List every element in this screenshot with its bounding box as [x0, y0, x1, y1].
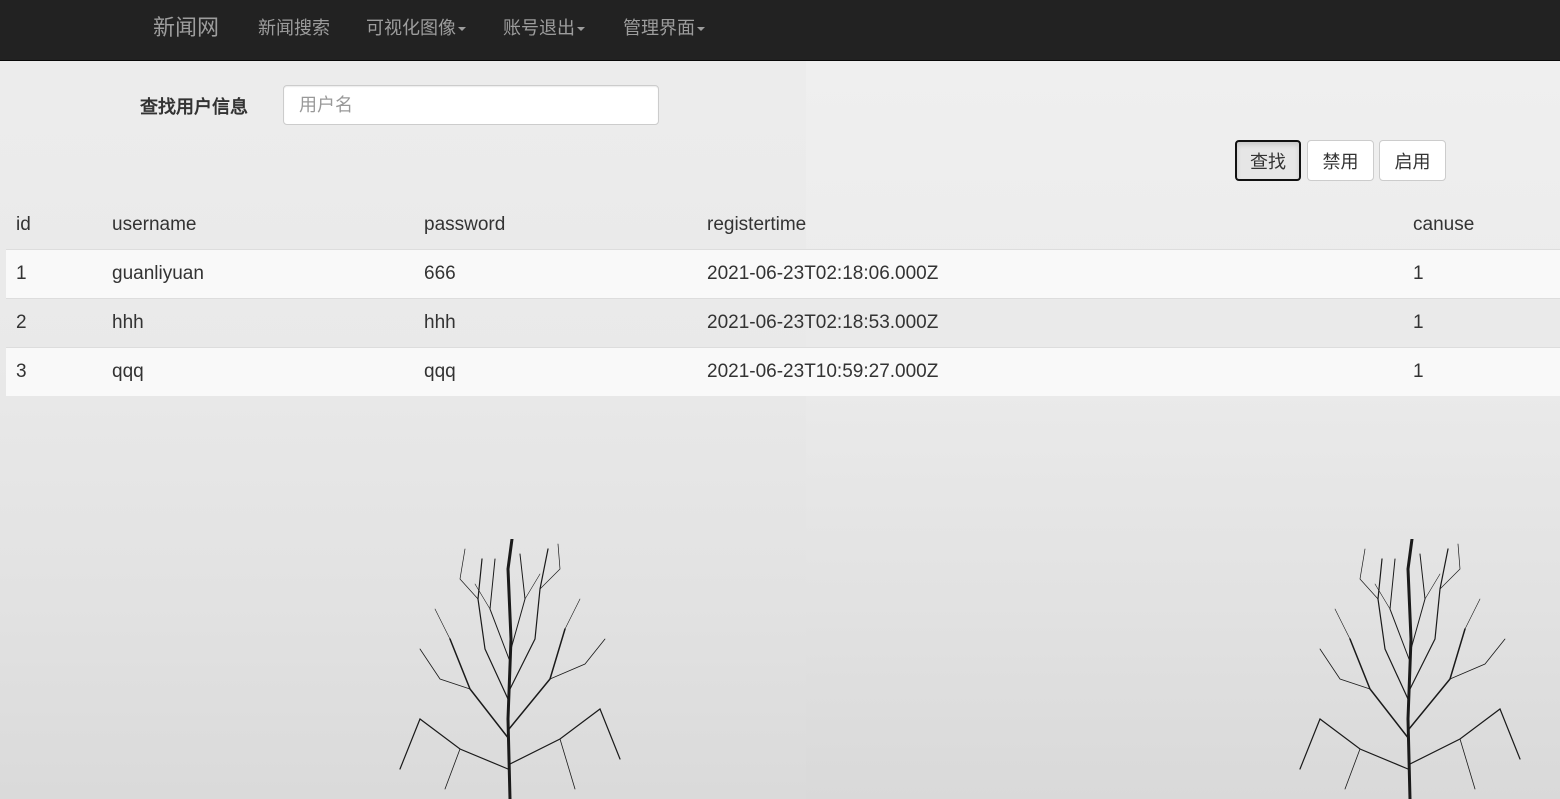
column-header-canuse: canuse — [1403, 201, 1560, 250]
column-header-id: id — [6, 201, 102, 250]
search-label: 查找用户信息 — [140, 97, 248, 117]
tree-illustration-right — [1299, 539, 1521, 799]
cell-id: 1 — [6, 248, 102, 298]
cell-registertime: 2021-06-23T10:59:27.000Z — [697, 346, 1403, 396]
nav-item-label: 新闻搜索 — [258, 18, 330, 38]
username-search-input[interactable] — [283, 85, 659, 125]
table-header-row: id username password registertime canuse — [6, 201, 1560, 250]
nav-item-label: 可视化图像 — [366, 18, 456, 38]
column-header-registertime: registertime — [697, 201, 1403, 250]
table-row[interactable]: 3 qqq qqq 2021-06-23T10:59:27.000Z 1 — [6, 346, 1560, 396]
cell-password: 666 — [414, 248, 697, 298]
cell-password: qqq — [414, 346, 697, 396]
cell-canuse: 1 — [1403, 346, 1560, 396]
enable-button[interactable]: 启用 — [1379, 140, 1446, 181]
cell-registertime: 2021-06-23T02:18:53.000Z — [697, 297, 1403, 347]
cell-canuse: 1 — [1403, 297, 1560, 347]
brand-link[interactable]: 新闻网 — [153, 14, 219, 42]
caret-down-icon — [458, 27, 466, 32]
caret-down-icon — [697, 27, 705, 32]
user-table: id username password registertime canuse… — [6, 201, 1560, 396]
nav-item-label: 账号退出 — [503, 18, 575, 38]
nav-item-admin-dropdown[interactable]: 管理界面 — [623, 17, 705, 39]
cell-username: qqq — [102, 346, 414, 396]
find-button[interactable]: 查找 — [1235, 140, 1301, 181]
top-navbar: 新闻网 新闻搜索 可视化图像 账号退出 管理界面 — [0, 0, 1560, 61]
caret-down-icon — [577, 27, 585, 32]
nav-item-logout-dropdown[interactable]: 账号退出 — [503, 17, 585, 39]
cell-username: guanliyuan — [102, 248, 414, 298]
background-image — [0, 0, 1560, 799]
nav-item-news-search[interactable]: 新闻搜索 — [258, 17, 330, 39]
table-row[interactable]: 2 hhh hhh 2021-06-23T02:18:53.000Z 1 — [6, 297, 1560, 347]
cell-id: 2 — [6, 297, 102, 347]
tree-illustration-left — [399, 539, 621, 799]
column-header-username: username — [102, 201, 414, 250]
table-row[interactable]: 1 guanliyuan 666 2021-06-23T02:18:06.000… — [6, 248, 1560, 298]
nav-item-visualization-dropdown[interactable]: 可视化图像 — [366, 17, 466, 39]
disable-button[interactable]: 禁用 — [1307, 140, 1374, 181]
cell-registertime: 2021-06-23T02:18:06.000Z — [697, 248, 1403, 298]
nav-item-label: 管理界面 — [623, 18, 695, 38]
column-header-password: password — [414, 201, 697, 250]
cell-password: hhh — [414, 297, 697, 347]
cell-canuse: 1 — [1403, 248, 1560, 298]
cell-id: 3 — [6, 346, 102, 396]
cell-username: hhh — [102, 297, 414, 347]
